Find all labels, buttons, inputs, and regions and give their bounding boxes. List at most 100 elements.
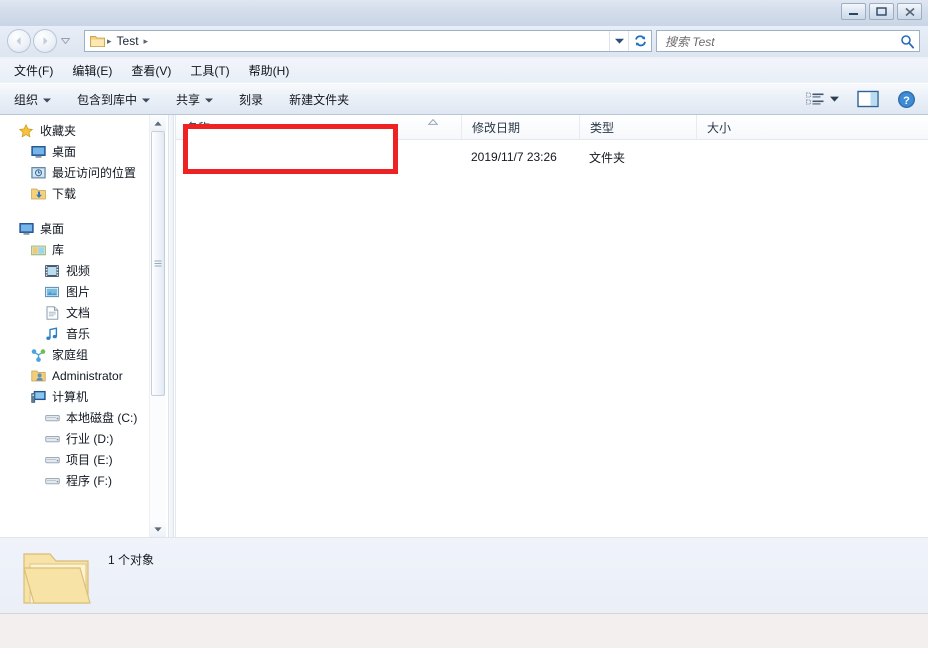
sidebar-item-drive-f[interactable]: 程序 (F:) <box>0 470 160 491</box>
computer-icon <box>30 389 46 405</box>
menu-edit[interactable]: 编辑(E) <box>70 60 114 81</box>
toolbar-share[interactable]: 共享 <box>176 91 214 108</box>
sidebar-item-pictures[interactable]: 图片 <box>0 281 160 302</box>
sidebar-label: 最近访问的位置 <box>52 166 137 180</box>
sidebar-item-recent-places[interactable]: 最近访问的位置 <box>0 162 160 183</box>
view-options-dropdown[interactable] <box>830 96 839 102</box>
forward-button[interactable] <box>33 29 57 53</box>
file-list-pane: 名称 修改日期 类型 大小 2019/11/7 23:26 文件夹 <box>175 115 928 537</box>
sidebar-label: Administrator <box>52 368 123 383</box>
toolbar-include-in-library-label: 包含到库中 <box>77 92 138 107</box>
sidebar-item-drive-e[interactable]: 项目 (E:) <box>0 449 160 470</box>
scrollbar-thumb[interactable] <box>151 131 165 396</box>
main-content-area: 收藏夹 桌面 最近访问的位置 下载 桌面 库 视频 图片 文档 音乐 家庭组 A… <box>0 115 928 537</box>
view-options-icon[interactable] <box>806 92 824 107</box>
toolbar-include-in-library[interactable]: 包含到库中 <box>77 91 151 108</box>
close-button[interactable] <box>897 3 922 20</box>
recent-pages-dropdown[interactable] <box>59 29 72 53</box>
column-header-type[interactable]: 类型 <box>579 115 696 139</box>
svg-text:?: ? <box>903 95 910 107</box>
sidebar-label: 桌面 <box>40 222 65 236</box>
sidebar-item-favorites[interactable]: 收藏夹 <box>0 120 160 141</box>
navigation-tree: 收藏夹 桌面 最近访问的位置 下载 桌面 库 视频 图片 文档 音乐 家庭组 A… <box>0 115 160 491</box>
menu-view[interactable]: 查看(V) <box>129 60 173 81</box>
sidebar-item-administrator[interactable]: Administrator <box>0 365 160 386</box>
breadcrumb-item-test[interactable]: Test <box>114 34 142 48</box>
sidebar-item-drive-c[interactable]: 本地磁盘 (C:) <box>0 407 160 428</box>
search-input[interactable]: 搜索 Test <box>665 33 899 50</box>
pane-splitter[interactable] <box>168 115 174 537</box>
menu-help[interactable]: 帮助(H) <box>247 60 292 81</box>
search-box[interactable]: 搜索 Test <box>656 30 920 52</box>
address-bar[interactable]: ▸ Test ▸ <box>84 30 652 52</box>
desktop-icon <box>30 144 46 160</box>
videos-icon <box>44 263 60 279</box>
toolbar-right-group: ? <box>806 90 928 109</box>
navigation-pane-scrollbar[interactable] <box>149 115 166 537</box>
sidebar-label: 库 <box>52 243 65 257</box>
sidebar-item-homegroup[interactable]: 家庭组 <box>0 344 160 365</box>
downloads-icon <box>30 186 46 202</box>
menu-bar: 文件(F) 编辑(E) 查看(V) 工具(T) 帮助(H) <box>0 59 928 82</box>
user-icon <box>30 368 46 384</box>
command-toolbar: 组织 包含到库中 共享 刻录 新建文件夹 ? <box>0 83 928 115</box>
window-controls <box>841 3 922 20</box>
navigation-pane: 收藏夹 桌面 最近访问的位置 下载 桌面 库 视频 图片 文档 音乐 家庭组 A… <box>0 115 168 537</box>
documents-icon <box>44 305 60 321</box>
music-icon <box>44 326 60 342</box>
breadcrumb-separator-leading: ▸ <box>107 35 112 46</box>
maximize-button[interactable] <box>869 3 894 20</box>
refresh-icon[interactable] <box>628 31 651 51</box>
sidebar-item-music[interactable]: 音乐 <box>0 323 160 344</box>
sidebar-label: 图片 <box>66 285 91 299</box>
breadcrumb-separator-trailing[interactable]: ▸ <box>142 36 151 47</box>
status-item-count: 1 个对象 <box>108 553 155 567</box>
sidebar-item-libraries[interactable]: 库 <box>0 239 160 260</box>
sidebar-item-computer[interactable]: 计算机 <box>0 386 160 407</box>
column-header-size[interactable]: 大小 <box>696 115 786 139</box>
annotation-mask <box>188 129 393 169</box>
minimize-button[interactable] <box>841 3 866 20</box>
scrollbar-grip-icon <box>154 260 162 267</box>
back-button[interactable] <box>7 29 31 53</box>
bottom-strip <box>0 613 928 648</box>
sidebar-item-desktop-root[interactable]: 桌面 <box>0 218 160 239</box>
drive-icon <box>44 431 60 447</box>
recent-places-icon <box>30 165 46 181</box>
pictures-icon <box>44 284 60 300</box>
menu-tools[interactable]: 工具(T) <box>188 60 231 81</box>
sidebar-label: 桌面 <box>52 145 77 159</box>
toolbar-organize-label: 组织 <box>14 92 39 107</box>
sidebar-label: 文档 <box>66 306 91 320</box>
desktop-icon <box>18 221 34 237</box>
toolbar-share-label: 共享 <box>176 92 201 107</box>
sidebar-label: 项目 (E:) <box>66 453 113 467</box>
sidebar-item-downloads[interactable]: 下载 <box>0 183 160 204</box>
address-dropdown-button[interactable] <box>609 31 628 51</box>
toolbar-new-folder[interactable]: 新建文件夹 <box>289 91 349 108</box>
chevron-down-icon <box>142 92 151 106</box>
menu-file[interactable]: 文件(F) <box>12 60 55 81</box>
chevron-down-icon <box>205 92 214 106</box>
column-header-modified[interactable]: 修改日期 <box>461 115 579 139</box>
sort-indicator-icon <box>427 117 439 127</box>
toolbar-burn[interactable]: 刻录 <box>239 91 263 108</box>
cell-modified-date: 2019/11/7 23:26 <box>471 150 557 164</box>
address-bar-row: ▸ Test ▸ 搜索 Test <box>0 26 928 57</box>
sidebar-item-desktop-fav[interactable]: 桌面 <box>0 141 160 162</box>
scroll-down-arrow-icon[interactable] <box>150 521 166 537</box>
sidebar-item-videos[interactable]: 视频 <box>0 260 160 281</box>
help-icon[interactable]: ? <box>897 90 916 109</box>
scroll-up-arrow-icon[interactable] <box>150 115 166 131</box>
sidebar-item-drive-d[interactable]: 行业 (D:) <box>0 428 160 449</box>
toolbar-organize[interactable]: 组织 <box>14 91 52 108</box>
preview-pane-icon[interactable] <box>857 90 879 108</box>
sidebar-item-documents[interactable]: 文档 <box>0 302 160 323</box>
explorer-window: ▸ Test ▸ 搜索 Test 文件(F) 编辑(E) 查看(V) 工具(T)… <box>0 0 928 648</box>
search-icon[interactable] <box>899 33 915 49</box>
sidebar-label: 家庭组 <box>52 348 89 362</box>
drive-icon <box>44 410 60 426</box>
title-bar <box>0 0 928 27</box>
homegroup-icon <box>30 347 46 363</box>
